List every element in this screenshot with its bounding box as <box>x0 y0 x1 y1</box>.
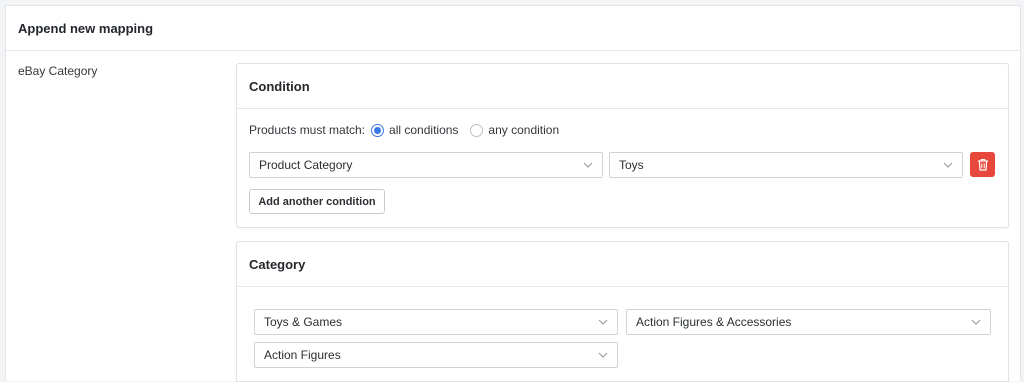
condition-title: Condition <box>237 64 1008 109</box>
category-level1-select[interactable]: Toys & Games <box>254 309 618 335</box>
category-title: Category <box>237 242 1008 287</box>
radio-all-conditions-label: all conditions <box>389 123 459 137</box>
delete-condition-button[interactable] <box>970 152 995 177</box>
radio-all-conditions-button[interactable] <box>371 123 385 137</box>
radio-all-conditions[interactable]: all conditions <box>371 123 458 137</box>
chevron-down-icon <box>598 352 608 358</box>
category-level3-value: Action Figures <box>264 348 341 362</box>
condition-field-value: Product Category <box>259 158 353 172</box>
chevron-down-icon <box>598 319 608 325</box>
category-card: Category Toys & Games Action Figures & A… <box>236 241 1009 382</box>
category-level3-select[interactable]: Action Figures <box>254 342 618 368</box>
radio-any-condition-button[interactable] <box>470 123 484 137</box>
chevron-down-icon <box>943 162 953 168</box>
add-condition-button[interactable]: Add another condition <box>249 189 385 214</box>
category-level1-value: Toys & Games <box>264 315 343 329</box>
match-mode-row: Products must match: all conditions any … <box>249 123 571 137</box>
condition-card: Condition Products must match: all condi… <box>236 63 1009 228</box>
condition-value-select[interactable]: Toys <box>609 152 963 178</box>
radio-any-condition[interactable]: any condition <box>470 123 559 137</box>
match-label: Products must match: <box>249 123 366 137</box>
chevron-down-icon <box>971 319 981 325</box>
radio-any-condition-label: any condition <box>488 123 560 137</box>
ebay-category-label: eBay Category <box>18 64 98 78</box>
chevron-down-icon <box>583 162 593 168</box>
panel-title: Append new mapping <box>6 6 1020 51</box>
condition-field-select[interactable]: Product Category <box>249 152 603 178</box>
condition-value-value: Toys <box>619 158 644 172</box>
category-level2-select[interactable]: Action Figures & Accessories <box>626 309 991 335</box>
mapping-panel: Append new mapping eBay Category Conditi… <box>5 5 1021 382</box>
category-level2-value: Action Figures & Accessories <box>636 315 792 329</box>
trash-icon <box>977 159 988 171</box>
